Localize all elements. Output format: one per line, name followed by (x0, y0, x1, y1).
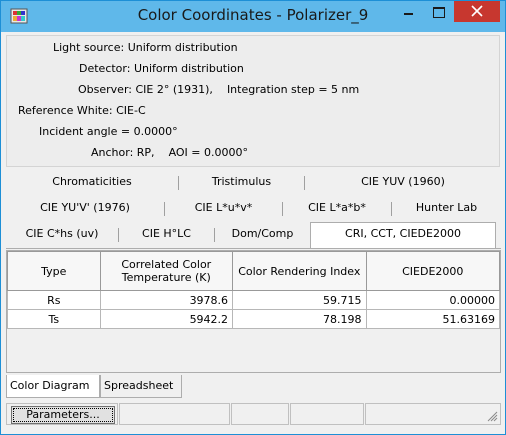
table-row[interactable]: Rs 3978.6 59.715 0.00000 (7, 290, 500, 310)
observer-value: CIE 2° (1931), (135, 83, 213, 96)
tab-spreadsheet[interactable]: Spreadsheet (100, 375, 182, 398)
maximize-button[interactable] (424, 1, 454, 22)
tab-dom-comp[interactable]: Dom/Comp (215, 223, 310, 247)
column-header-ciede2000[interactable]: CIEDE2000 (365, 251, 500, 291)
tab-tristimulus[interactable]: Tristimulus (179, 171, 304, 195)
reference-white-value: CIE-C (116, 104, 146, 117)
status-cell-5 (365, 403, 501, 425)
tab-chromaticities[interactable]: Chromaticities (6, 171, 178, 195)
column-header-cct[interactable]: Correlated Color Temperature (K) (99, 251, 234, 291)
minimize-button[interactable] (394, 1, 424, 22)
table-row[interactable]: Ts 5942.2 78.198 51.63169 (7, 309, 500, 329)
detector-label: Detector: (79, 62, 131, 75)
cell-type[interactable]: Rs (7, 290, 101, 310)
light-source-value: Uniform distribution (127, 41, 238, 54)
light-source-line: Light source: Uniform distribution (53, 40, 238, 56)
column-header-type[interactable]: Type (7, 251, 101, 291)
color-coordinates-window: Color Coordinates - Polarizer_9 Light so… (0, 0, 506, 435)
tab-row-1: Chromaticities Tristimulus CIE YUV (1960… (6, 171, 501, 195)
anchor-line: Anchor: RP, AOI = 0.0000° (91, 145, 248, 161)
incident-angle-value: 0.0000° (133, 125, 178, 138)
results-grid: Type Correlated Color Temperature (K) Co… (6, 250, 501, 373)
cell-ciede2000[interactable]: 0.00000 (365, 290, 500, 310)
cell-cri[interactable]: 59.715 (232, 290, 367, 310)
integration-step: Integration step = 5 nm (226, 83, 360, 96)
bottom-tabs: Color Diagram Spreadsheet (6, 375, 501, 398)
light-source-label: Light source: (53, 41, 125, 54)
tab-cie-chs-uv[interactable]: CIE C*hs (uv) (6, 223, 118, 247)
cell-cct[interactable]: 5942.2 (99, 309, 234, 329)
close-button[interactable] (454, 1, 500, 22)
tab-cie-hlc[interactable]: CIE H°LC (119, 223, 214, 247)
tab-cie-yuv-1976[interactable]: CIE YU'V' (1976) (6, 197, 164, 221)
cell-cri[interactable]: 78.198 (232, 309, 367, 329)
tab-cie-yuv-1960[interactable]: CIE YUV (1960) (305, 171, 501, 195)
detector-line: Detector: Uniform distribution (79, 61, 244, 77)
cell-type[interactable]: Ts (7, 309, 101, 329)
incident-angle-line: Incident angle = 0.0000° (39, 124, 178, 140)
aoi-value: AOI = 0.0000° (168, 146, 248, 159)
detector-value: Uniform distribution (133, 62, 244, 75)
reference-white-line: Reference White: CIE-C (18, 103, 146, 119)
parameters-button[interactable]: Parameters... (11, 406, 115, 424)
tab-color-diagram[interactable]: Color Diagram (6, 375, 100, 398)
incident-angle-label: Incident angle = (39, 125, 131, 138)
anchor-value: RP, (136, 146, 155, 159)
results-table: Type Correlated Color Temperature (K) Co… (7, 251, 500, 329)
tab-row-3: CIE C*hs (uv) CIE H°LC Dom/Comp CRI, CCT… (6, 222, 501, 248)
status-cell-4 (290, 403, 364, 425)
anchor-label: Anchor: (91, 146, 134, 159)
cell-cct[interactable]: 3978.6 (99, 290, 234, 310)
title-bar[interactable]: Color Coordinates - Polarizer_9 (1, 1, 505, 32)
status-cell-3 (231, 403, 289, 425)
cell-ciede2000[interactable]: 51.63169 (365, 309, 500, 329)
resize-grip-icon[interactable] (486, 410, 498, 422)
status-cell-2 (119, 403, 230, 425)
info-panel: Light source: Uniform distribution Detec… (6, 35, 500, 167)
tab-cie-lab[interactable]: CIE L*a*b* (283, 197, 391, 221)
status-bar: Parameters... (6, 403, 501, 425)
observer-label: Observer: (78, 83, 132, 96)
reference-white-label: Reference White: (18, 104, 113, 117)
close-icon (471, 5, 483, 17)
tab-cie-luv[interactable]: CIE L*u*v* (165, 197, 282, 221)
tab-cri-cct-ciede2000[interactable]: CRI, CCT, CIEDE2000 (310, 222, 496, 248)
observer-line: Observer: CIE 2° (1931), Integration step… (78, 82, 359, 98)
tab-row-2: CIE YU'V' (1976) CIE L*u*v* CIE L*a*b* H… (6, 197, 501, 221)
column-header-cri[interactable]: Color Rendering Index (232, 251, 367, 291)
tab-hunter-lab[interactable]: Hunter Lab (392, 197, 501, 221)
